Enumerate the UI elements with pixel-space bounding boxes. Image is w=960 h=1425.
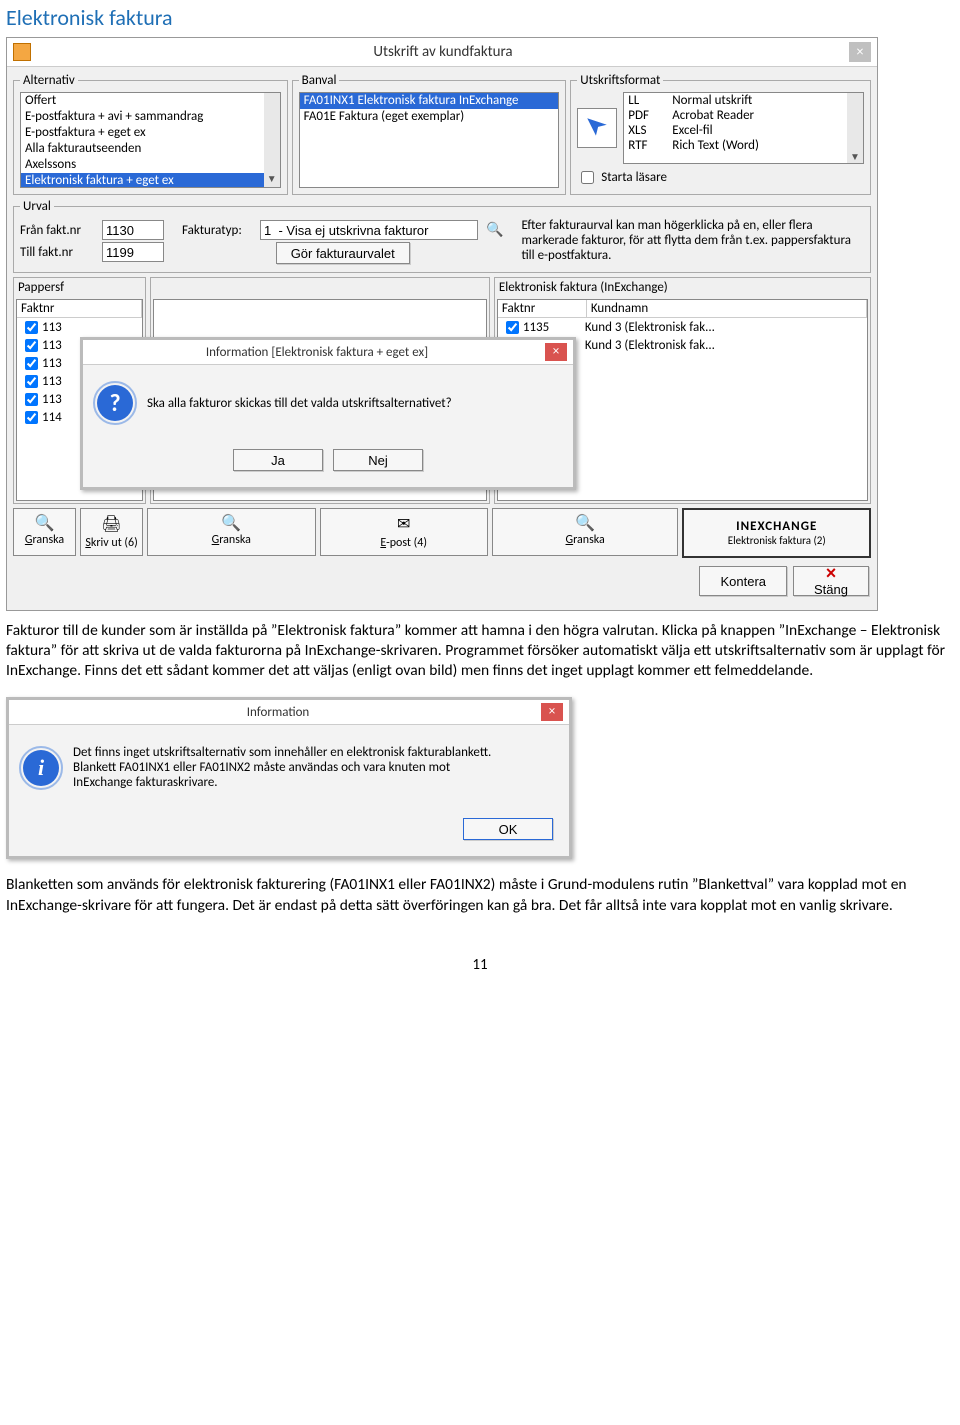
format-list[interactable]: LLNormal utskriftPDFAcrobat ReaderXLSExc… — [623, 92, 864, 164]
row-checkbox[interactable] — [25, 357, 38, 370]
urval-help: Efter fakturaurval kan man högerklicka p… — [521, 218, 864, 263]
list-item[interactable]: FA01E Faktura (eget exemplar) — [300, 109, 559, 125]
list-item[interactable]: Alla fakturautseenden — [21, 141, 280, 157]
fakturatyp-label: Fakturatyp: — [182, 223, 252, 238]
table-row[interactable]: 113 — [17, 318, 142, 336]
skrivut-button[interactable]: 🖨Skriv ut (6) — [80, 508, 143, 556]
starta-lasare-checkbox[interactable]: Starta läsare — [577, 168, 864, 187]
info-dialog: Information × i Det finns inget utskrift… — [6, 697, 572, 859]
granska-button-2[interactable]: 🔍Granska — [147, 508, 315, 556]
fakturatyp-input[interactable] — [260, 220, 478, 240]
col3-title: Elektronisk faktura (InExchange) — [495, 278, 870, 297]
urval-group: Urval Från fakt.nr Till fakt.nr Fakturat… — [13, 199, 871, 273]
granska-button-1[interactable]: 🔍Granska — [13, 508, 76, 556]
magnify-icon: 🔍 — [221, 517, 241, 531]
checkbox-label: Starta läsare — [601, 170, 667, 185]
row-checkbox[interactable] — [506, 321, 519, 334]
close-icon[interactable]: × — [545, 343, 567, 361]
checkbox-input[interactable] — [581, 171, 594, 184]
stang-button[interactable]: ×Stäng — [793, 566, 869, 596]
row-checkbox[interactable] — [25, 411, 38, 424]
list-item[interactable]: E-postfaktura + eget ex — [21, 125, 280, 141]
paragraph-2: Blanketten som används för elektronisk f… — [0, 865, 960, 925]
close-icon: × — [826, 563, 837, 583]
from-faktnr-input[interactable] — [102, 220, 164, 240]
close-icon[interactable]: × — [541, 703, 563, 721]
kontera-button[interactable]: Kontera — [699, 566, 787, 596]
alternativ-legend: Alternativ — [20, 73, 78, 88]
list-item[interactable]: LLNormal utskrift — [624, 93, 863, 108]
col1-header: Faktnr — [17, 300, 142, 317]
app-icon — [13, 43, 31, 61]
search-icon[interactable]: 🔍 — [486, 223, 503, 237]
list-item[interactable]: Axelssons — [21, 157, 280, 173]
btn-label: kriv ut (6) — [91, 536, 138, 550]
close-icon[interactable]: × — [849, 42, 871, 62]
epost-button[interactable]: ✉E-post (4) — [320, 508, 488, 556]
list-item[interactable]: E-postfaktura + avi + sammandrag — [21, 109, 280, 125]
inex-sub: Elektronisk faktura (2) — [728, 534, 826, 547]
main-window: Utskrift av kundfaktura × Alternativ Off… — [6, 37, 878, 611]
btn-label: ranska — [219, 533, 251, 547]
info-icon: i — [23, 750, 59, 786]
col3-h1: Faktnr — [498, 300, 587, 317]
btn-label: ranska — [573, 533, 605, 547]
list-item[interactable]: PDFAcrobat Reader — [624, 108, 863, 123]
nej-button[interactable]: Nej — [333, 449, 423, 471]
col1-title: Pappersf — [14, 278, 145, 297]
gor-fakturaurvalet-button[interactable]: Gör fakturaurvalet — [276, 242, 410, 264]
scrollbar[interactable] — [847, 93, 863, 163]
banval-legend: Banval — [299, 73, 340, 88]
to-label: Till fakt.nr — [20, 245, 94, 260]
alternativ-group: Alternativ OffertE-postfaktura + avi + s… — [13, 73, 288, 195]
confirm-dialog: Information [Elektronisk faktura + eget … — [80, 337, 576, 490]
urval-legend: Urval — [20, 199, 54, 214]
dialog-title: Information [Elektronisk faktura + eget … — [89, 345, 545, 360]
question-icon: ? — [97, 385, 133, 421]
row-checkbox[interactable] — [25, 375, 38, 388]
btn-label: -post (4) — [386, 536, 427, 550]
dialog2-title: Information — [15, 705, 541, 720]
page-title: Elektronisk faktura — [0, 0, 960, 37]
to-faktnr-input[interactable] — [102, 242, 164, 262]
email-icon: ✉ — [397, 514, 410, 534]
window-title: Utskrift av kundfaktura — [37, 43, 849, 61]
from-label: Från fakt.nr — [20, 223, 94, 238]
banval-group: Banval FA01INX1 Elektronisk faktura InEx… — [292, 73, 567, 195]
table-row[interactable]: 1135Kund 3 (Elektronisk fak... — [498, 318, 867, 336]
banval-list[interactable]: FA01INX1 Elektronisk faktura InExchangeF… — [299, 92, 560, 188]
list-item[interactable]: Elektronisk faktura + eget ex — [21, 173, 280, 188]
list-item[interactable]: RTFRich Text (Word) — [624, 138, 863, 153]
utskriftsformat-legend: Utskriftsformat — [577, 73, 663, 88]
dialog2-message: Det finns inget utskriftsalternativ som … — [73, 745, 493, 790]
row-checkbox[interactable] — [25, 339, 38, 352]
row-checkbox[interactable] — [25, 393, 38, 406]
window-titlebar: Utskrift av kundfaktura × — [7, 38, 877, 67]
list-item[interactable]: Offert — [21, 93, 280, 109]
inex-label: INEXCHANGE — [736, 519, 817, 534]
ja-button[interactable]: Ja — [233, 449, 323, 471]
scrollbar[interactable] — [264, 93, 280, 187]
printer-icon: 🖨 — [101, 514, 121, 534]
paragraph-1: Fakturor till de kunder som är inställda… — [0, 611, 960, 691]
list-item[interactable]: FA01INX1 Elektronisk faktura InExchange — [300, 93, 559, 109]
page-number: 11 — [0, 926, 960, 984]
btn-label: ranska — [32, 533, 64, 547]
stang-label: Stäng — [814, 582, 848, 597]
col2-title — [151, 278, 489, 297]
inexchange-button[interactable]: INEXCHANGEElektronisk faktura (2) — [682, 508, 871, 558]
magnify-icon: 🔍 — [35, 517, 55, 531]
dialog-message: Ska alla fakturor skickas till det valda… — [147, 396, 452, 411]
row-checkbox[interactable] — [25, 321, 38, 334]
col3-h2: Kundnamn — [587, 300, 867, 317]
alternativ-list[interactable]: OffertE-postfaktura + avi + sammandragE-… — [20, 92, 281, 188]
magnify-icon: 🔍 — [575, 517, 595, 531]
print-icon — [577, 108, 617, 148]
utskriftsformat-group: Utskriftsformat LLNormal utskriftPDFAcro… — [570, 73, 871, 195]
ok-button[interactable]: OK — [463, 818, 553, 840]
granska-button-3[interactable]: 🔍Granska — [492, 508, 679, 556]
list-item[interactable]: XLSExcel-fil — [624, 123, 863, 138]
